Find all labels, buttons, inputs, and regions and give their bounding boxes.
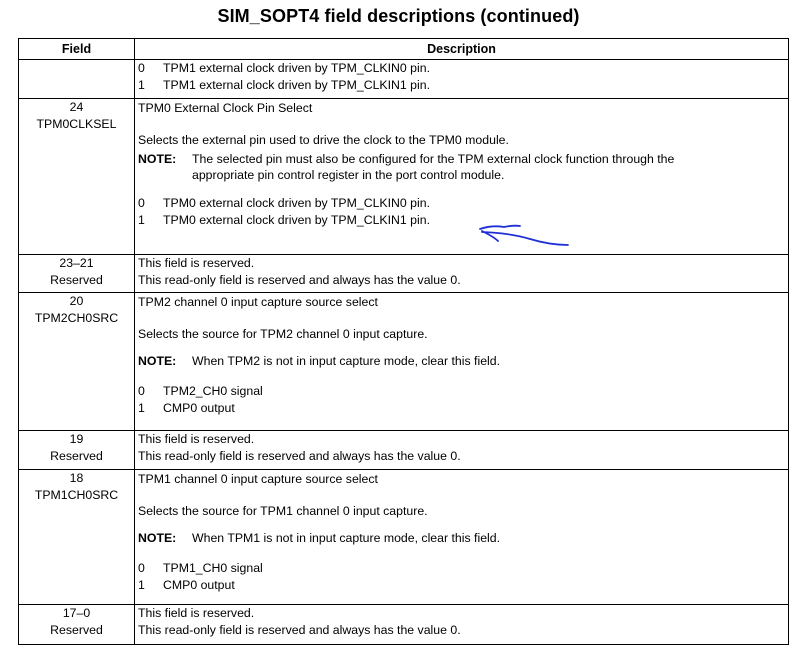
- field-column-header: Field: [18, 38, 135, 60]
- field-cell: [18, 59, 135, 99]
- field-cell: 24 TPM0CLKSEL: [18, 98, 135, 255]
- note-label: NOTE:: [138, 152, 177, 166]
- field-bits: 20: [69, 294, 84, 308]
- field-name: Reserved: [50, 449, 103, 463]
- table-row: 23–21 Reserved This field is reserved. T…: [18, 254, 789, 293]
- field-name: TPM2CH0SRC: [34, 311, 119, 325]
- value-line: 1 TPM1 external clock driven by TPM_CLKIN…: [138, 78, 430, 92]
- reserved-line: This field is reserved.: [138, 606, 255, 620]
- table-row: 17–0 Reserved This field is reserved. Th…: [18, 604, 789, 645]
- note-text: appropriate pin control register in the …: [192, 168, 505, 182]
- table-header-row: Field Description: [18, 38, 789, 60]
- description-cell: 0 TPM1 external clock driven by TPM_CLKIN…: [134, 59, 789, 99]
- description-cell: TPM0 External Clock Pin Select Selects t…: [134, 98, 789, 255]
- note-block: NOTE: The selected pin must also be conf…: [138, 151, 788, 183]
- field-cell: 23–21 Reserved: [18, 254, 135, 293]
- note-label: NOTE:: [138, 531, 177, 545]
- value-line: 0 TPM2_CH0 signal: [138, 384, 263, 398]
- field-name: Reserved: [50, 623, 103, 637]
- field-bits: 17–0: [62, 606, 91, 620]
- field-bits: 23–21: [59, 256, 94, 270]
- field-paragraph: Selects the external pin used to drive t…: [138, 133, 509, 147]
- field-paragraph: Selects the source for TPM2 channel 0 in…: [138, 327, 428, 341]
- value-line: 0 TPM1 external clock driven by TPM_CLKIN…: [138, 61, 430, 75]
- field-heading: TPM1 channel 0 input capture source sele…: [138, 472, 378, 486]
- field-name: TPM1CH0SRC: [34, 488, 119, 502]
- table-row: 0 TPM1 external clock driven by TPM_CLKIN…: [18, 59, 789, 99]
- reserved-line: This read-only field is reserved and alw…: [138, 449, 461, 463]
- field-cell: 18 TPM1CH0SRC: [18, 469, 135, 605]
- field-descriptions-table: Field Description 0 TPM1 external clock d…: [18, 38, 789, 645]
- description-cell: This field is reserved. This read-only f…: [134, 254, 789, 293]
- table-row: 19 Reserved This field is reserved. This…: [18, 430, 789, 470]
- reserved-line: This read-only field is reserved and alw…: [138, 623, 461, 637]
- handwritten-arrow-icon: [479, 224, 569, 246]
- value-line: 1 CMP0 output: [138, 578, 235, 592]
- note-label: NOTE:: [138, 354, 177, 368]
- description-cell: This field is reserved. This read-only f…: [134, 430, 789, 470]
- table-row: 18 TPM1CH0SRC TPM1 channel 0 input captu…: [18, 469, 789, 605]
- note-block: NOTE: When TPM1 is not in input capture …: [138, 530, 788, 546]
- description-cell: TPM1 channel 0 input capture source sele…: [134, 469, 789, 605]
- field-name: Reserved: [50, 273, 103, 287]
- field-bits: 24: [69, 100, 84, 114]
- reserved-line: This field is reserved.: [138, 256, 255, 270]
- table-title: SIM_SOPT4 field descriptions (continued): [217, 6, 580, 26]
- value-line: 1 TPM0 external clock driven by TPM_CLKIN…: [138, 213, 430, 227]
- table-row: 24 TPM0CLKSEL TPM0 External Clock Pin Se…: [18, 98, 789, 255]
- note-text: The selected pin must also be configured…: [192, 152, 675, 166]
- field-bits: 19: [69, 432, 84, 446]
- note-text: When TPM2 is not in input capture mode, …: [192, 354, 501, 368]
- field-heading: TPM0 External Clock Pin Select: [138, 101, 313, 115]
- value-line: 1 CMP0 output: [138, 401, 235, 415]
- table-row: 20 TPM2CH0SRC TPM2 channel 0 input captu…: [18, 292, 789, 431]
- value-line: 0 TPM1_CH0 signal: [138, 561, 263, 575]
- value-line: 0 TPM0 external clock driven by TPM_CLKIN…: [138, 196, 430, 210]
- field-paragraph: Selects the source for TPM1 channel 0 in…: [138, 504, 428, 518]
- note-text: When TPM1 is not in input capture mode, …: [192, 531, 501, 545]
- field-cell: 20 TPM2CH0SRC: [18, 292, 135, 431]
- field-name: TPM0CLKSEL: [36, 117, 117, 131]
- reserved-line: This read-only field is reserved and alw…: [138, 273, 461, 287]
- description-cell: This field is reserved. This read-only f…: [134, 604, 789, 645]
- field-cell: 19 Reserved: [18, 430, 135, 470]
- note-block: NOTE: When TPM2 is not in input capture …: [138, 353, 788, 369]
- description-column-header: Description: [134, 38, 789, 60]
- field-heading: TPM2 channel 0 input capture source sele…: [138, 295, 378, 309]
- description-cell: TPM2 channel 0 input capture source sele…: [134, 292, 789, 431]
- field-bits: 18: [69, 471, 84, 485]
- reserved-line: This field is reserved.: [138, 432, 255, 446]
- field-cell: 17–0 Reserved: [18, 604, 135, 645]
